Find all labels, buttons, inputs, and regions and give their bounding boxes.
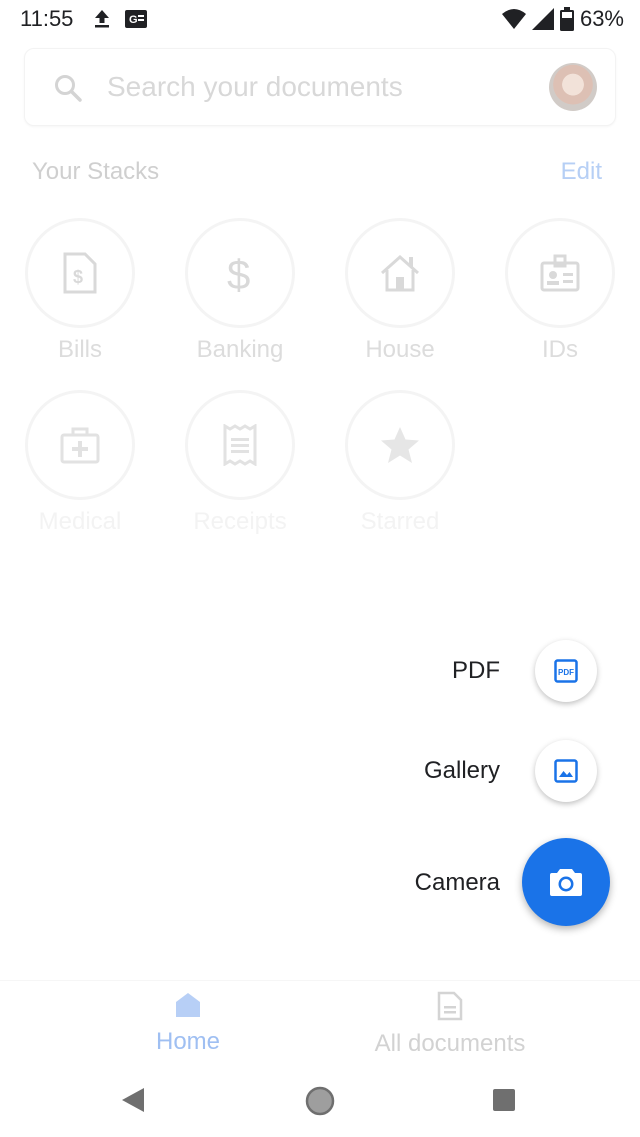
stack-bills[interactable]: $ Bills <box>25 218 135 364</box>
id-card-icon <box>540 254 580 292</box>
stack-medical[interactable]: Medical <box>25 390 135 536</box>
system-navigation-bar <box>0 1064 640 1137</box>
recents-icon[interactable] <box>492 1088 516 1112</box>
search-bar[interactable]: Search your documents <box>24 48 616 126</box>
stack-label: Bills <box>57 336 102 363</box>
ge-icon: G <box>125 10 147 28</box>
signal-icon <box>531 8 554 30</box>
stack-house[interactable]: House <box>345 218 455 364</box>
medical-kit-icon <box>60 427 100 464</box>
stack-label: Medical <box>38 508 122 535</box>
svg-text:G: G <box>129 14 138 26</box>
camera-button[interactable] <box>522 838 610 926</box>
stack-ids-circle <box>505 218 615 328</box>
stack-banking-circle: $ <box>185 218 295 328</box>
image-icon <box>554 759 578 783</box>
stack-label: Banking <box>196 336 284 363</box>
svg-text:$: $ <box>227 251 250 295</box>
house-icon <box>381 254 419 292</box>
star-icon <box>381 427 419 463</box>
stack-ids[interactable]: IDs <box>505 218 615 364</box>
pdf-label[interactable]: PDF <box>452 657 500 685</box>
stack-receipts[interactable]: Receipts <box>185 390 295 536</box>
nav-home[interactable]: Home <box>146 991 230 1056</box>
search-input[interactable]: Search your documents <box>107 71 403 103</box>
battery-percentage: 63% <box>579 6 624 31</box>
stack-starred[interactable]: Starred <box>345 390 455 536</box>
upload-icon <box>95 10 109 28</box>
document-icon <box>437 991 463 1021</box>
nav-all-documents-label: All documents <box>374 1030 526 1057</box>
stack-banking[interactable]: $ Banking <box>185 218 295 364</box>
stack-receipts-circle <box>185 390 295 500</box>
stack-medical-circle <box>25 390 135 500</box>
bill-icon: $ <box>63 252 97 294</box>
nav-home-label: Home <box>155 1028 221 1055</box>
camera-label[interactable]: Camera <box>415 869 500 897</box>
status-time: 11:55 <box>20 6 74 31</box>
stack-starred-circle <box>345 390 455 500</box>
stack-label: IDs <box>542 336 578 363</box>
back-icon[interactable] <box>120 1086 146 1114</box>
home-circle-icon[interactable] <box>305 1086 335 1116</box>
battery-icon <box>559 7 574 31</box>
wifi-icon <box>501 9 526 29</box>
nav-all-documents[interactable]: All documents <box>360 991 540 1058</box>
stack-label: Starred <box>360 508 440 535</box>
pdf-button[interactable]: PDF <box>535 640 597 702</box>
stack-house-circle <box>345 218 455 328</box>
svg-text:PDF: PDF <box>558 668 574 677</box>
avatar[interactable] <box>549 63 597 111</box>
stack-bills-circle: $ <box>25 218 135 328</box>
dollar-icon: $ <box>227 251 250 295</box>
svg-text:$: $ <box>73 267 83 287</box>
receipt-icon <box>223 424 257 466</box>
gallery-button[interactable] <box>535 740 597 802</box>
search-icon <box>55 75 82 102</box>
status-bar: 11:55 G 63% <box>0 0 640 40</box>
stack-label: House <box>365 336 435 363</box>
gallery-label[interactable]: Gallery <box>424 757 500 785</box>
edit-button[interactable]: Edit <box>561 158 602 186</box>
status-right-group: 63% <box>501 6 624 32</box>
home-icon <box>176 993 200 1017</box>
stacks-title: Your Stacks <box>32 158 160 185</box>
pdf-icon: PDF <box>554 659 578 683</box>
stack-label: Receipts <box>193 508 287 535</box>
camera-icon <box>550 869 582 896</box>
bottom-navigation: Home All documents <box>0 980 640 1064</box>
